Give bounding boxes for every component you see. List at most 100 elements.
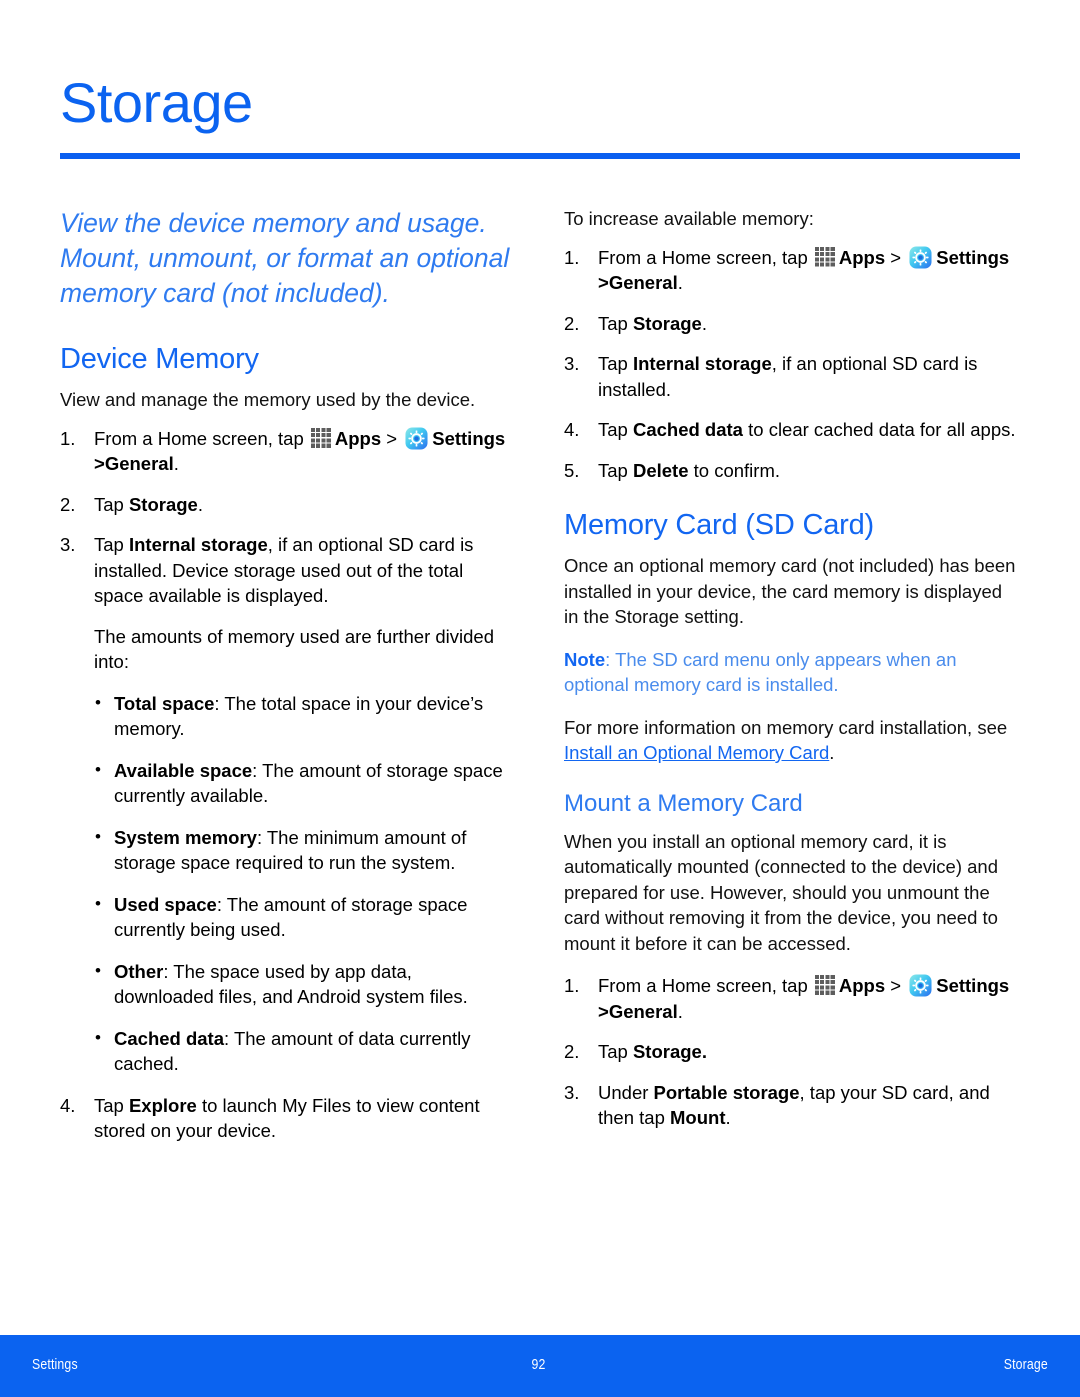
apps-grid-icon [814,246,836,268]
device-memory-steps: From a Home screen, tap Apps > Settings … [60,426,516,1144]
list-item: Cached data: The amount of data currentl… [94,1025,516,1077]
chevron-separator: > [890,246,902,268]
settings-gear-icon [909,245,932,269]
step-period: . [725,1107,731,1128]
step-text: Tap [598,353,628,374]
mount-label: Mount [670,1107,726,1128]
left-column: View the device memory and usage. Mount,… [60,206,516,1159]
step-item: From a Home screen, tap Apps > Settings … [60,426,516,477]
step-item: Tap Internal storage, if an optional SD … [564,351,1020,402]
portable-storage-label: Portable storage [653,1081,800,1103]
general-label: General [608,1000,678,1022]
general-chevron: > [598,1000,609,1022]
step-text: Tap [94,1094,124,1116]
cached-data-label: Cached data [632,419,743,440]
memory-card-body: Once an optional memory card (not includ… [564,555,1016,627]
page-footer: Settings 92 Storage [0,1335,1080,1397]
internal-storage-label: Internal storage [128,534,268,555]
step-period: . [173,453,179,474]
internal-storage-label: Internal storage [632,353,772,374]
bullet-term: Used space [114,893,217,915]
step-period: . [197,493,203,515]
bullet-term: Available space [114,759,253,781]
right-column: To increase available memory: From a Hom… [564,206,1020,1159]
general-label: General [104,453,174,474]
settings-label: Settings [936,975,1010,996]
mount-body: When you install an optional memory card… [564,830,998,954]
bullet-desc: : The space used by app data, downloaded… [114,960,468,1008]
delete-label: Delete [632,459,689,481]
list-item: Other: The space used by app data, downl… [94,958,516,1010]
intro-text: View the device memory and usage. Mount,… [60,208,510,308]
step-item: Under Portable storage, tap your SD card… [564,1080,1020,1131]
step-text: Tap [94,534,124,555]
more-info-paragraph: For more information on memory card inst… [564,715,1020,766]
storage-label: Storage [128,493,198,515]
explore-label: Explore [128,1094,197,1116]
two-column-body: View the device memory and usage. Mount,… [60,206,1020,1159]
install-memory-card-link[interactable]: Install an Optional Memory Card [564,742,829,763]
apps-label: Apps [334,427,382,449]
chevron-separator: > [890,975,902,996]
step-text: Under [598,1081,649,1103]
apps-label: Apps [838,246,886,268]
step-item: From a Home screen, tap Apps > Settings … [564,245,1020,296]
step-text: From a Home screen, tap [598,246,808,268]
step-item: From a Home screen, tap Apps > Settings … [564,973,1020,1024]
document-page: Storage View the device memory and usage… [0,0,1080,1397]
step-text: Tap [598,1041,628,1062]
step-item: Tap Explore to launch My Files to view c… [60,1093,516,1144]
note-label: Note [564,648,606,670]
note-text: : The SD card menu only appears when an … [564,648,957,696]
settings-gear-icon [405,426,428,450]
list-item: System memory: The minimum amount of sto… [94,824,516,876]
step-period: . [677,1000,683,1022]
settings-label: Settings [432,427,506,449]
step-text: From a Home screen, tap [598,975,808,996]
page-title: Storage [60,71,253,134]
increase-memory-lead: To increase available memory: [564,208,814,229]
section-heading-memory-card: Memory Card (SD Card) [564,509,875,541]
bullet-term: Total space [114,692,215,714]
step-text: Tap [94,493,124,515]
list-item: Used space: The amount of storage space … [94,891,516,943]
step-text-tail: to clear cached data for all apps. [742,419,1016,440]
memory-breakdown-list: Total space: The total space in your dev… [94,690,516,1077]
step-item: Tap Storage. [60,492,516,518]
title-divider [60,153,1020,159]
apps-label: Apps [838,975,886,996]
bullet-term: System memory [114,826,257,848]
chevron-separator: > [386,427,398,449]
storage-label: Storage [632,312,702,334]
step-item: Tap Storage. [564,1039,1020,1065]
step-text: Tap [598,419,628,440]
increase-memory-steps: From a Home screen, tap Apps > Settings … [564,245,1020,484]
step-period: . [701,312,707,334]
more-info-lead: For more information on memory card inst… [564,716,1008,738]
more-info-period: . [829,742,835,763]
step-item: Tap Delete to confirm. [564,458,1020,484]
note-block: Note: The SD card menu only appears when… [564,647,1020,698]
divided-into-paragraph: The amounts of memory used are further d… [94,625,494,673]
settings-label: Settings [936,246,1010,268]
list-item: Total space: The total space in your dev… [94,690,516,742]
apps-grid-icon [310,427,332,449]
mount-steps: From a Home screen, tap Apps > Settings … [564,973,1020,1131]
footer-section-label: Settings [32,1356,78,1373]
subsection-heading-mount-memory-card: Mount a Memory Card [564,789,803,817]
list-item: Available space: The amount of storage s… [94,757,516,809]
step-text-tail: to confirm. [688,459,780,481]
general-chevron: > [94,453,105,474]
step-text: Tap [598,312,628,334]
step-item: Tap Storage. [564,311,1020,337]
footer-page-number: 92 [531,1356,546,1373]
footer-topic-label: Storage [1003,1356,1048,1373]
step-period: . [677,272,683,293]
storage-label: Storage. [632,1041,707,1062]
bullet-term: Cached data [114,1027,225,1049]
step-text: Tap [598,459,628,481]
step-text: From a Home screen, tap [94,427,304,449]
section-heading-device-memory: Device Memory [60,343,259,375]
settings-gear-icon [909,974,932,997]
step-item: Tap Cached data to clear cached data for… [564,417,1020,443]
